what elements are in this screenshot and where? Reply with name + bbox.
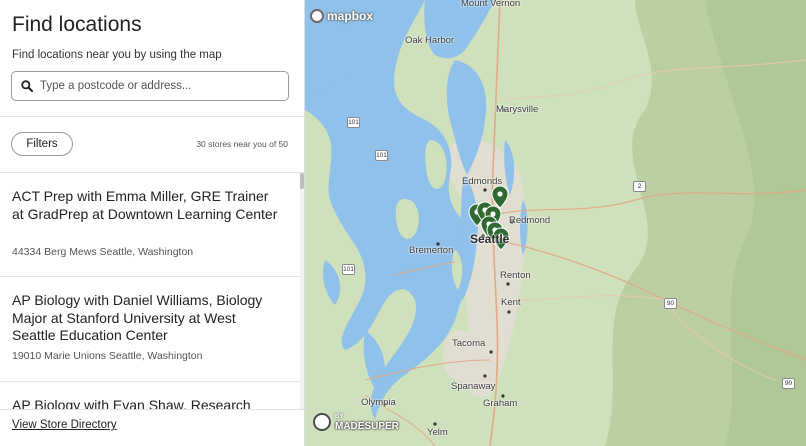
highway-shield-icon: 90 (664, 298, 677, 309)
map-place-label: Edmonds (462, 176, 503, 187)
map-place-label: Renton (500, 270, 531, 281)
map[interactable]: Mount Vernon Oak Harbor Marysville Edmon… (305, 0, 806, 446)
madesuper-credit[interactable]: BY MADESUPER (313, 412, 399, 432)
map-place-label: Seattle (470, 232, 510, 246)
map-place-label: Oak Harbor (405, 35, 455, 46)
map-place-label: Mount Vernon (461, 0, 521, 9)
map-canvas[interactable] (305, 0, 806, 446)
search-box[interactable] (11, 71, 289, 101)
list-item[interactable]: AP Biology with Evan Shaw, Research (0, 382, 300, 409)
highway-shield-icon: 101 (375, 150, 388, 161)
highway-shield-icon: 101 (342, 264, 355, 275)
location-list[interactable]: ACT Prep with Emma Miller, GRE Trainer a… (0, 173, 304, 409)
map-place-label: Marysville (496, 104, 539, 115)
madesuper-icon (313, 413, 331, 431)
results-count: 30 stores near you of 50 (196, 139, 288, 149)
mapbox-icon (310, 9, 324, 23)
search-icon (21, 80, 33, 92)
highway-shield-icon: 2 (633, 181, 646, 192)
search-input[interactable] (40, 77, 280, 95)
location-name: AP Biology with Daniel Williams, Biology… (12, 292, 263, 343)
location-name: ACT Prep with Emma Miller, GRE Trainer a… (12, 188, 278, 222)
list-scrollbar[interactable] (300, 173, 304, 409)
location-address: 44334 Berg Mews Seattle, Washington (12, 246, 194, 258)
map-place-label: Redmond (509, 215, 551, 226)
divider (0, 116, 304, 117)
page-title: Find locations (12, 13, 142, 36)
map-place-label: Yelm (427, 427, 448, 438)
mapbox-logo[interactable]: mapbox (310, 7, 373, 25)
list-item[interactable]: AP Biology with Daniel Williams, Biology… (0, 277, 300, 382)
map-place-label: Bremerton (409, 245, 454, 256)
credit-label: MADESUPER (335, 421, 399, 432)
location-name: AP Biology with Evan Shaw, Research (12, 397, 251, 409)
mapbox-wordmark: mapbox (327, 9, 374, 23)
locator-panel: Find locations Find locations near you b… (0, 0, 305, 446)
map-place-label: Graham (483, 398, 518, 409)
list-scrollbar-thumb[interactable] (300, 173, 304, 189)
map-place-label: Spanaway (451, 381, 496, 392)
map-place-label: Tacoma (452, 338, 486, 349)
highway-shield-icon: 90 (782, 378, 795, 389)
highway-shield-icon: 101 (347, 117, 360, 128)
filters-button[interactable]: Filters (11, 132, 73, 156)
store-directory-link[interactable]: View Store Directory (12, 419, 117, 431)
page-subtitle: Find locations near you by using the map (12, 49, 222, 61)
madesuper-wordmark: BY MADESUPER (335, 412, 399, 432)
map-place-label: Olympia (361, 397, 396, 408)
list-item[interactable]: ACT Prep with Emma Miller, GRE Trainer a… (0, 173, 300, 277)
map-place-label: Kent (501, 297, 521, 308)
location-address: 19010 Marie Unions Seattle, Washington (12, 350, 203, 362)
panel-footer: View Store Directory (0, 409, 304, 446)
